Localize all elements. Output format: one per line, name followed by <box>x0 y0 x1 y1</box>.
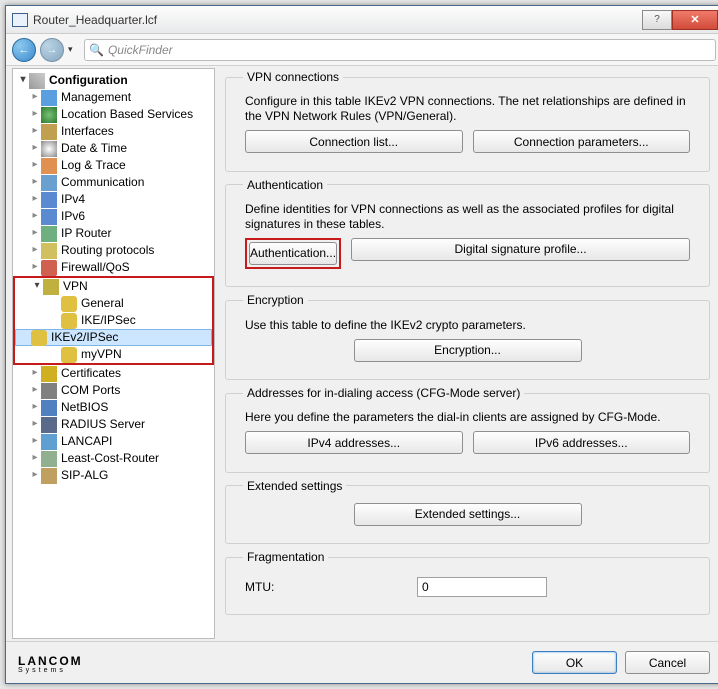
back-button[interactable]: ← <box>12 38 36 62</box>
tree-item-ike-ipsec[interactable]: IKE/IPSec <box>15 312 212 329</box>
tree-icon <box>41 192 57 208</box>
group-addresses: Addresses for in-dialing access (CFG-Mod… <box>225 386 710 473</box>
tree-item-ipv4[interactable]: IPv4 <box>13 191 214 208</box>
tree-item-myvpn[interactable]: myVPN <box>15 346 212 363</box>
config-window: Router_Headquarter.lcf ? ✕ ← → ▾ 🔍 Quick… <box>5 5 718 684</box>
tree-item-vpn[interactable]: VPN <box>15 278 212 295</box>
tree-item-lancapi[interactable]: LANCAPI <box>13 433 214 450</box>
tree-item-management[interactable]: Management <box>13 89 214 106</box>
group-encryption: Encryption Use this table to define the … <box>225 293 710 380</box>
highlight-auth-button: Authentication... <box>245 238 341 269</box>
tree-icon <box>41 90 57 106</box>
titlebar: Router_Headquarter.lcf ? ✕ <box>6 6 718 34</box>
tree-item-ipv6[interactable]: IPv6 <box>13 208 214 225</box>
tree-icon <box>41 417 57 433</box>
window-title: Router_Headquarter.lcf <box>33 13 642 27</box>
highlight-tree-vpn: VPN GeneralIKE/IPSecIKEv2/IPSecmyVPN <box>13 276 214 365</box>
ok-button[interactable]: OK <box>532 651 617 674</box>
vpn-icon <box>43 279 59 295</box>
tree-icon <box>61 347 77 363</box>
ipv4-addresses-button[interactable]: IPv4 addresses... <box>245 431 463 454</box>
brand-logo: LANCOM Systems <box>18 652 83 674</box>
tree-icon <box>41 226 57 242</box>
tree-icon <box>41 434 57 450</box>
tree-icon <box>61 313 77 329</box>
tree-icon <box>61 296 77 312</box>
ipv6-addresses-button[interactable]: IPv6 addresses... <box>473 431 691 454</box>
tree-item-log-trace[interactable]: Log & Trace <box>13 157 214 174</box>
tree-icon <box>41 107 57 123</box>
tree-item-least-cost-router[interactable]: Least-Cost-Router <box>13 450 214 467</box>
search-icon: 🔍 <box>89 43 104 57</box>
tree-item-radius-server[interactable]: RADIUS Server <box>13 416 214 433</box>
tree-icon <box>41 141 57 157</box>
cancel-button[interactable]: Cancel <box>625 651 710 674</box>
tree-icon <box>41 158 57 174</box>
wrench-icon <box>29 73 45 89</box>
tree-item-netbios[interactable]: NetBIOS <box>13 399 214 416</box>
tree-item-ikev2-ipsec[interactable]: IKEv2/IPSec <box>15 329 212 346</box>
tree-item-communication[interactable]: Communication <box>13 174 214 191</box>
tree-icon <box>41 383 57 399</box>
toolbar: ← → ▾ 🔍 QuickFinder <box>6 34 718 66</box>
group-authentication: Authentication Define identities for VPN… <box>225 178 710 288</box>
tree-item-ip-router[interactable]: IP Router <box>13 225 214 242</box>
tree-icon <box>41 209 57 225</box>
config-tree[interactable]: Configuration ManagementLocation Based S… <box>12 68 215 639</box>
tree-item-firewall-qos[interactable]: Firewall/QoS <box>13 259 214 276</box>
tree-item-general[interactable]: General <box>15 295 212 312</box>
tree-icon <box>41 451 57 467</box>
tree-item-sip-alg[interactable]: SIP-ALG <box>13 467 214 484</box>
tree-item-certificates[interactable]: Certificates <box>13 365 214 382</box>
tree-icon <box>41 260 57 276</box>
mtu-label: MTU: <box>245 580 405 594</box>
encryption-button[interactable]: Encryption... <box>354 339 582 362</box>
tree-item-location-based-services[interactable]: Location Based Services <box>13 106 214 123</box>
connection-list-button[interactable]: Connection list... <box>245 130 463 153</box>
group-extended-settings: Extended settings Extended settings... <box>225 479 710 545</box>
quickfinder-placeholder: QuickFinder <box>108 43 173 57</box>
tree-item-com-ports[interactable]: COM Ports <box>13 382 214 399</box>
tree-icon <box>41 400 57 416</box>
help-button[interactable]: ? <box>642 10 672 30</box>
close-button[interactable]: ✕ <box>672 10 718 30</box>
mtu-input[interactable] <box>417 577 547 597</box>
tree-item-interfaces[interactable]: Interfaces <box>13 123 214 140</box>
extended-settings-button[interactable]: Extended settings... <box>354 503 582 526</box>
tree-icon <box>41 366 57 382</box>
digital-signature-profile-button[interactable]: Digital signature profile... <box>351 238 690 261</box>
authentication-button[interactable]: Authentication... <box>249 242 337 265</box>
tree-root[interactable]: Configuration <box>13 72 214 89</box>
tree-icon <box>41 468 57 484</box>
nav-history-dropdown[interactable]: ▾ <box>68 44 80 55</box>
forward-button[interactable]: → <box>40 38 64 62</box>
tree-icon <box>41 175 57 191</box>
tree-icon <box>41 243 57 259</box>
footer: LANCOM Systems OK Cancel <box>6 641 718 683</box>
tree-item-routing-protocols[interactable]: Routing protocols <box>13 242 214 259</box>
group-vpn-connections: VPN connections Configure in this table … <box>225 70 710 172</box>
app-icon <box>12 13 28 27</box>
tree-icon <box>31 330 47 346</box>
group-fragmentation: Fragmentation MTU: <box>225 550 710 615</box>
quickfinder-input[interactable]: 🔍 QuickFinder <box>84 39 716 61</box>
tree-icon <box>41 124 57 140</box>
tree-item-date-time[interactable]: Date & Time <box>13 140 214 157</box>
connection-parameters-button[interactable]: Connection parameters... <box>473 130 691 153</box>
settings-pane: VPN connections Configure in this table … <box>215 66 718 641</box>
